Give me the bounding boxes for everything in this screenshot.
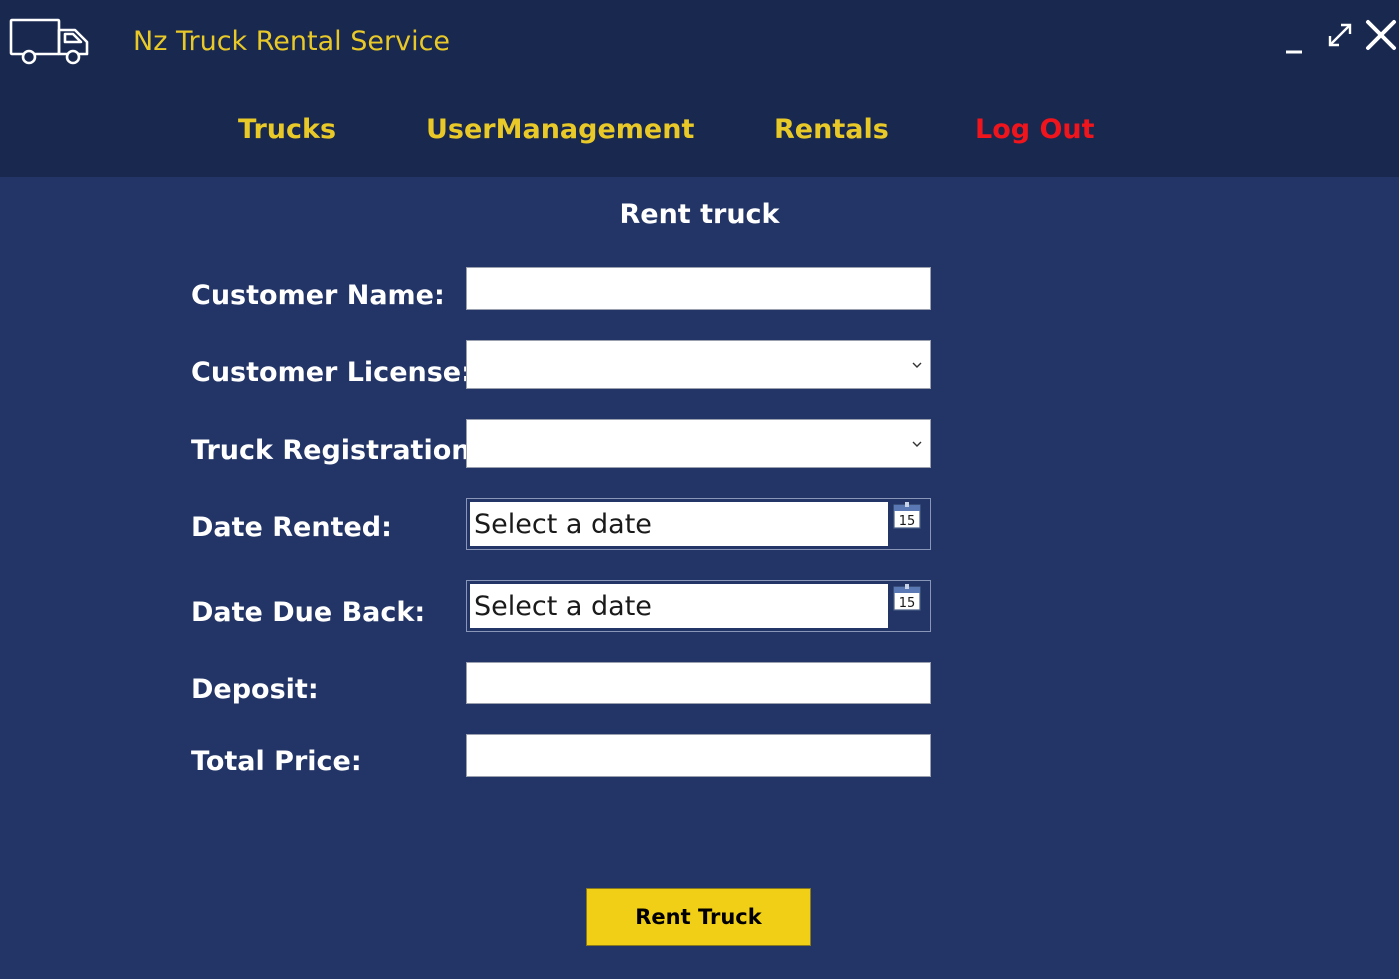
total-price-label: Total Price:: [191, 746, 362, 777]
calendar-day-number: 15: [899, 596, 916, 611]
nav-rentals[interactable]: Rentals: [774, 114, 889, 145]
date-rented-label: Date Rented:: [191, 512, 392, 543]
rent-truck-button[interactable]: Rent Truck: [586, 888, 811, 946]
truck-registration-label: Truck Registration:: [191, 435, 482, 466]
customer-name-label: Customer Name:: [191, 280, 445, 311]
app-window: Nz Truck Rental Service Trucks UserManag…: [0, 0, 1399, 979]
chevron-down-icon: [912, 441, 922, 447]
date-due-back-label: Date Due Back:: [191, 597, 426, 628]
customer-license-select[interactable]: [466, 340, 931, 389]
nav-trucks[interactable]: Trucks: [238, 114, 336, 145]
date-due-back-input[interactable]: [470, 584, 888, 628]
app-title: Nz Truck Rental Service: [133, 26, 451, 57]
nav-log-out[interactable]: Log Out: [975, 114, 1095, 145]
form-title: Rent truck: [619, 199, 780, 230]
calendar-icon[interactable]: 15: [892, 584, 922, 612]
nav-user-management[interactable]: UserManagement: [426, 114, 694, 145]
date-rented-input[interactable]: [470, 502, 888, 546]
truck-icon: [9, 18, 89, 65]
chevron-down-icon: [912, 362, 922, 368]
date-rented-picker: 15: [466, 498, 931, 550]
total-price-input[interactable]: [466, 734, 931, 777]
customer-name-input[interactable]: [466, 267, 931, 310]
calendar-icon[interactable]: 15: [892, 502, 922, 530]
deposit-label: Deposit:: [191, 674, 319, 705]
customer-license-label: Customer License:: [191, 357, 472, 388]
title-bar: Nz Truck Rental Service Trucks UserManag…: [0, 0, 1399, 177]
close-icon[interactable]: [1363, 17, 1399, 53]
calendar-day-number: 15: [899, 514, 916, 529]
truck-registration-select[interactable]: [466, 419, 931, 468]
date-due-back-picker: 15: [466, 580, 931, 632]
deposit-input[interactable]: [466, 662, 931, 704]
maximize-icon[interactable]: [1325, 20, 1355, 50]
minimize-icon[interactable]: [1283, 36, 1305, 56]
